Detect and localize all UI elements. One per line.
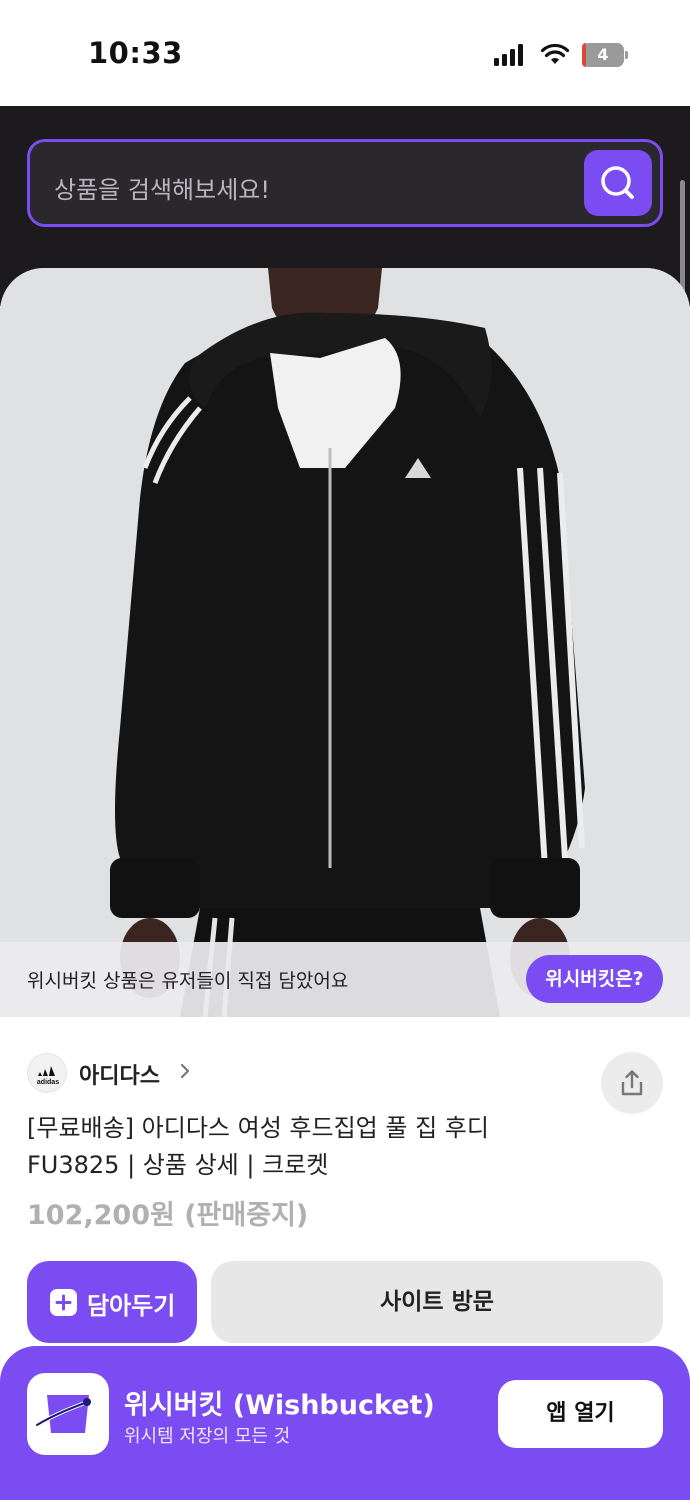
cellular-signal-icon bbox=[494, 44, 524, 66]
save-button-label: 담아두기 bbox=[87, 1292, 176, 1320]
search-button[interactable] bbox=[584, 150, 652, 216]
open-app-button[interactable]: 앱 열기 bbox=[498, 1380, 663, 1448]
wifi-icon bbox=[540, 43, 570, 64]
product-price: 102,200원 (판매중지) bbox=[27, 1200, 309, 1231]
brand-name: 아디다스 bbox=[79, 1064, 160, 1089]
wishbucket-app-icon bbox=[27, 1373, 109, 1455]
save-to-wishlist-button[interactable]: 담아두기 bbox=[27, 1261, 197, 1343]
search-icon bbox=[601, 166, 634, 199]
product-image[interactable]: 위시버킷 상품은 유저들이 직접 담았어요 위시버킷은? bbox=[0, 268, 690, 1017]
brand-logo-text: adidas bbox=[37, 1079, 59, 1086]
app-install-banner: 위시버킷 (Wishbucket) 위시템 저장의 모든 것 앱 열기 bbox=[0, 1346, 690, 1500]
app-tagline: 위시템 저장의 모든 것 bbox=[124, 1426, 291, 1447]
status-time: 10:33 bbox=[88, 36, 183, 70]
wishbucket-info-text: 위시버킷 상품은 유저들이 직접 담았어요 bbox=[27, 970, 349, 992]
status-bar: 10:33 4 bbox=[0, 0, 690, 106]
about-wishbucket-button[interactable]: 위시버킷은? bbox=[526, 955, 663, 1003]
search-placeholder: 상품을 검색해보세요! bbox=[54, 176, 270, 204]
share-icon bbox=[621, 1070, 643, 1096]
battery-level-text: 4 bbox=[597, 45, 609, 64]
app-name: 위시버킷 (Wishbucket) bbox=[124, 1390, 435, 1421]
chevron-right-icon bbox=[180, 1063, 190, 1079]
share-button[interactable] bbox=[601, 1052, 663, 1114]
wishbucket-info-bar: 위시버킷 상품은 유저들이 직접 담았어요 위시버킷은? bbox=[0, 942, 690, 1017]
battery-icon: 4 bbox=[582, 43, 628, 67]
product-photo bbox=[0, 268, 690, 1017]
plus-icon bbox=[50, 1289, 77, 1316]
brand-logo: adidas bbox=[27, 1053, 67, 1093]
visit-site-button[interactable]: 사이트 방문 bbox=[211, 1261, 663, 1343]
search-input[interactable]: 상품을 검색해보세요! bbox=[27, 139, 663, 227]
product-title: [무료배송] 아디다스 여성 후드집업 풀 집 후디 FU3825 | 상품 상… bbox=[27, 1114, 489, 1179]
